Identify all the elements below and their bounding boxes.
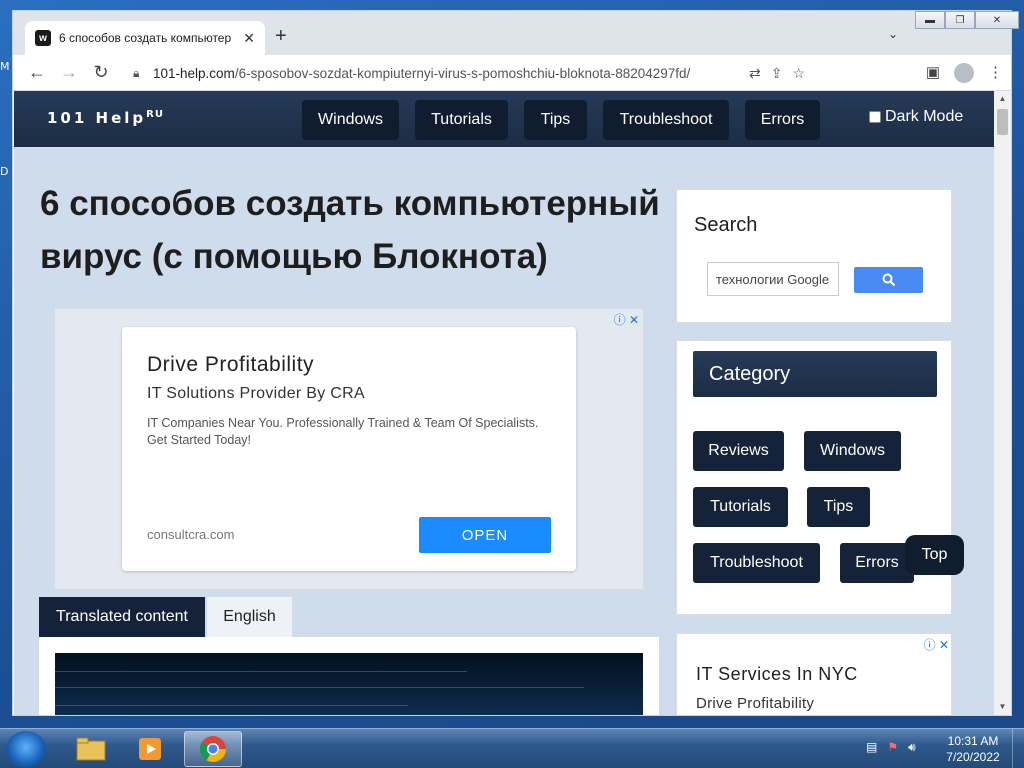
- category-heading: Category: [693, 351, 937, 397]
- category-tutorials[interactable]: Tutorials: [693, 487, 788, 527]
- ad-open-button[interactable]: OPEN: [419, 517, 551, 553]
- ad-domain[interactable]: consultcra.com: [147, 527, 234, 542]
- category-tips[interactable]: Tips: [807, 487, 870, 527]
- menu-kebab-icon[interactable]: ⋮: [988, 63, 1003, 83]
- tab-title: 6 способов создать компьютерный вирус (с…: [59, 31, 231, 45]
- reload-icon[interactable]: ↻: [85, 62, 117, 83]
- tab-search-chevron-icon[interactable]: ⌄: [888, 27, 898, 41]
- category-windows[interactable]: Windows: [804, 431, 901, 471]
- article-content: [39, 637, 659, 715]
- toolbar-right: ▣ ⋮: [926, 63, 1003, 83]
- url-text: 101-help.com/6-sposobov-sozdat-kompiuter…: [153, 65, 691, 81]
- search-input[interactable]: технологии Google: [707, 262, 839, 296]
- system-clock[interactable]: 10:31 AM 7/20/2022: [940, 733, 1006, 765]
- browser-toolbar: ← → ↻ 🔒︎ 101-help.com/6-sposobov-sozdat-…: [13, 55, 1011, 91]
- image-streak: [55, 705, 408, 706]
- side-panel-icon[interactable]: ▣: [926, 63, 940, 83]
- ad-title[interactable]: Drive Profitability: [147, 353, 551, 377]
- category-reviews[interactable]: Reviews: [693, 431, 784, 471]
- window-close-icon[interactable]: ✕: [975, 11, 1019, 29]
- window-controls: ▬ ❐ ✕: [915, 11, 1019, 29]
- category-errors[interactable]: Errors: [840, 543, 914, 583]
- desktop-label: D: [0, 165, 9, 178]
- back-to-top-button[interactable]: Top: [905, 535, 964, 575]
- tab-english[interactable]: English: [207, 597, 292, 637]
- tab-strip: w 6 способов создать компьютерный вирус …: [13, 11, 1019, 55]
- browser-window: w 6 способов создать компьютерный вирус …: [12, 10, 1019, 716]
- image-streak: [55, 671, 467, 672]
- site-logo[interactable]: 101 HelpRU: [47, 109, 164, 127]
- page-viewport: 101 HelpRU Windows Tutorials Tips Troubl…: [14, 91, 994, 715]
- nav-tutorials[interactable]: Tutorials: [415, 100, 508, 140]
- address-bar[interactable]: 🔒︎ 101-help.com/6-sposobov-sozdat-kompiu…: [125, 59, 805, 87]
- ad-banner: ⓘ ✕ Drive Profitability IT Solutions Pro…: [55, 309, 643, 589]
- site-header: 101 HelpRU Windows Tutorials Tips Troubl…: [14, 91, 994, 147]
- search-icon: [882, 273, 895, 287]
- side-ad-subtitle: Drive Profitability: [696, 695, 815, 712]
- bookmark-star-icon[interactable]: ☆: [792, 65, 805, 82]
- share-icon[interactable]: ⇪: [771, 65, 783, 82]
- search-button[interactable]: [854, 267, 923, 293]
- sidebar-search-widget: Search технологии Google: [676, 189, 952, 323]
- tab-translated-content[interactable]: Translated content: [39, 597, 205, 637]
- omnibox-actions: ⇄ ⇪ ☆: [749, 65, 805, 82]
- back-icon[interactable]: ←: [21, 62, 53, 83]
- image-streak: [55, 687, 585, 688]
- ad-subtitle: IT Solutions Provider By CRA: [147, 385, 365, 402]
- new-tab-icon[interactable]: +: [275, 25, 287, 48]
- dark-mode-checkbox[interactable]: [869, 111, 881, 123]
- scroll-thumb[interactable]: [997, 109, 1008, 135]
- system-tray: ▤ ⚑ 🔊︎: [866, 740, 916, 755]
- volume-icon[interactable]: 🔊︎: [908, 740, 916, 755]
- taskbar: ▤ ⚑ 🔊︎ 10:31 AM 7/20/2022: [0, 728, 1024, 768]
- dark-mode-toggle[interactable]: Dark Mode: [869, 108, 963, 126]
- translate-icon[interactable]: ⇄: [749, 65, 761, 82]
- nav-windows[interactable]: Windows: [302, 100, 399, 140]
- clock-date: 7/20/2022: [946, 750, 1000, 764]
- close-tab-icon[interactable]: ✕: [243, 30, 255, 47]
- browser-tab[interactable]: w 6 способов создать компьютерный вирус …: [25, 21, 265, 55]
- network-icon[interactable]: ▤: [866, 740, 877, 755]
- media-player-task-icon[interactable]: [122, 731, 180, 767]
- show-desktop-button[interactable]: [1012, 729, 1024, 768]
- site-favicon-icon: w: [35, 30, 51, 46]
- page-scrollbar[interactable]: ▲ ▼: [994, 91, 1011, 715]
- article-image: [55, 653, 643, 715]
- scroll-up-icon[interactable]: ▲: [994, 91, 1011, 107]
- ad-card[interactable]: Drive Profitability IT Solutions Provide…: [122, 327, 576, 571]
- minimize-icon[interactable]: ▬: [915, 11, 945, 29]
- desktop-label: M: [0, 60, 10, 73]
- ad-info-close-icon[interactable]: ⓘ ✕: [614, 311, 639, 328]
- dark-mode-label: Dark Mode: [885, 108, 964, 125]
- search-heading: Search: [694, 214, 758, 236]
- ad-info-close-icon[interactable]: ⓘ ✕: [924, 636, 949, 653]
- lock-icon[interactable]: 🔒︎: [133, 66, 147, 81]
- sidebar-ad[interactable]: ⓘ ✕ IT Services In NYC Drive Profitabili…: [676, 633, 952, 715]
- folder-icon: [76, 737, 106, 761]
- profile-avatar-icon[interactable]: [954, 63, 974, 83]
- nav-tips[interactable]: Tips: [524, 100, 587, 140]
- chrome-task-icon[interactable]: [184, 731, 242, 767]
- chrome-icon: [199, 736, 227, 763]
- scroll-down-icon[interactable]: ▼: [994, 699, 1011, 715]
- explorer-task-icon[interactable]: [62, 731, 120, 767]
- side-ad-title[interactable]: IT Services In NYC: [696, 664, 858, 685]
- nav-errors[interactable]: Errors: [745, 100, 820, 140]
- forward-icon[interactable]: →: [53, 62, 85, 83]
- start-button[interactable]: [6, 731, 46, 767]
- action-center-flag-icon[interactable]: ⚑: [887, 740, 898, 755]
- article-title: 6 способов создать компьютерный вирус (с…: [40, 184, 660, 276]
- ad-description: IT Companies Near You. Professionally Tr…: [147, 416, 539, 447]
- media-player-icon: [139, 738, 161, 760]
- clock-time: 10:31 AM: [947, 734, 999, 748]
- category-troubleshoot[interactable]: Troubleshoot: [693, 543, 820, 583]
- nav-troubleshoot[interactable]: Troubleshoot: [603, 100, 729, 140]
- maximize-icon[interactable]: ❐: [945, 11, 975, 29]
